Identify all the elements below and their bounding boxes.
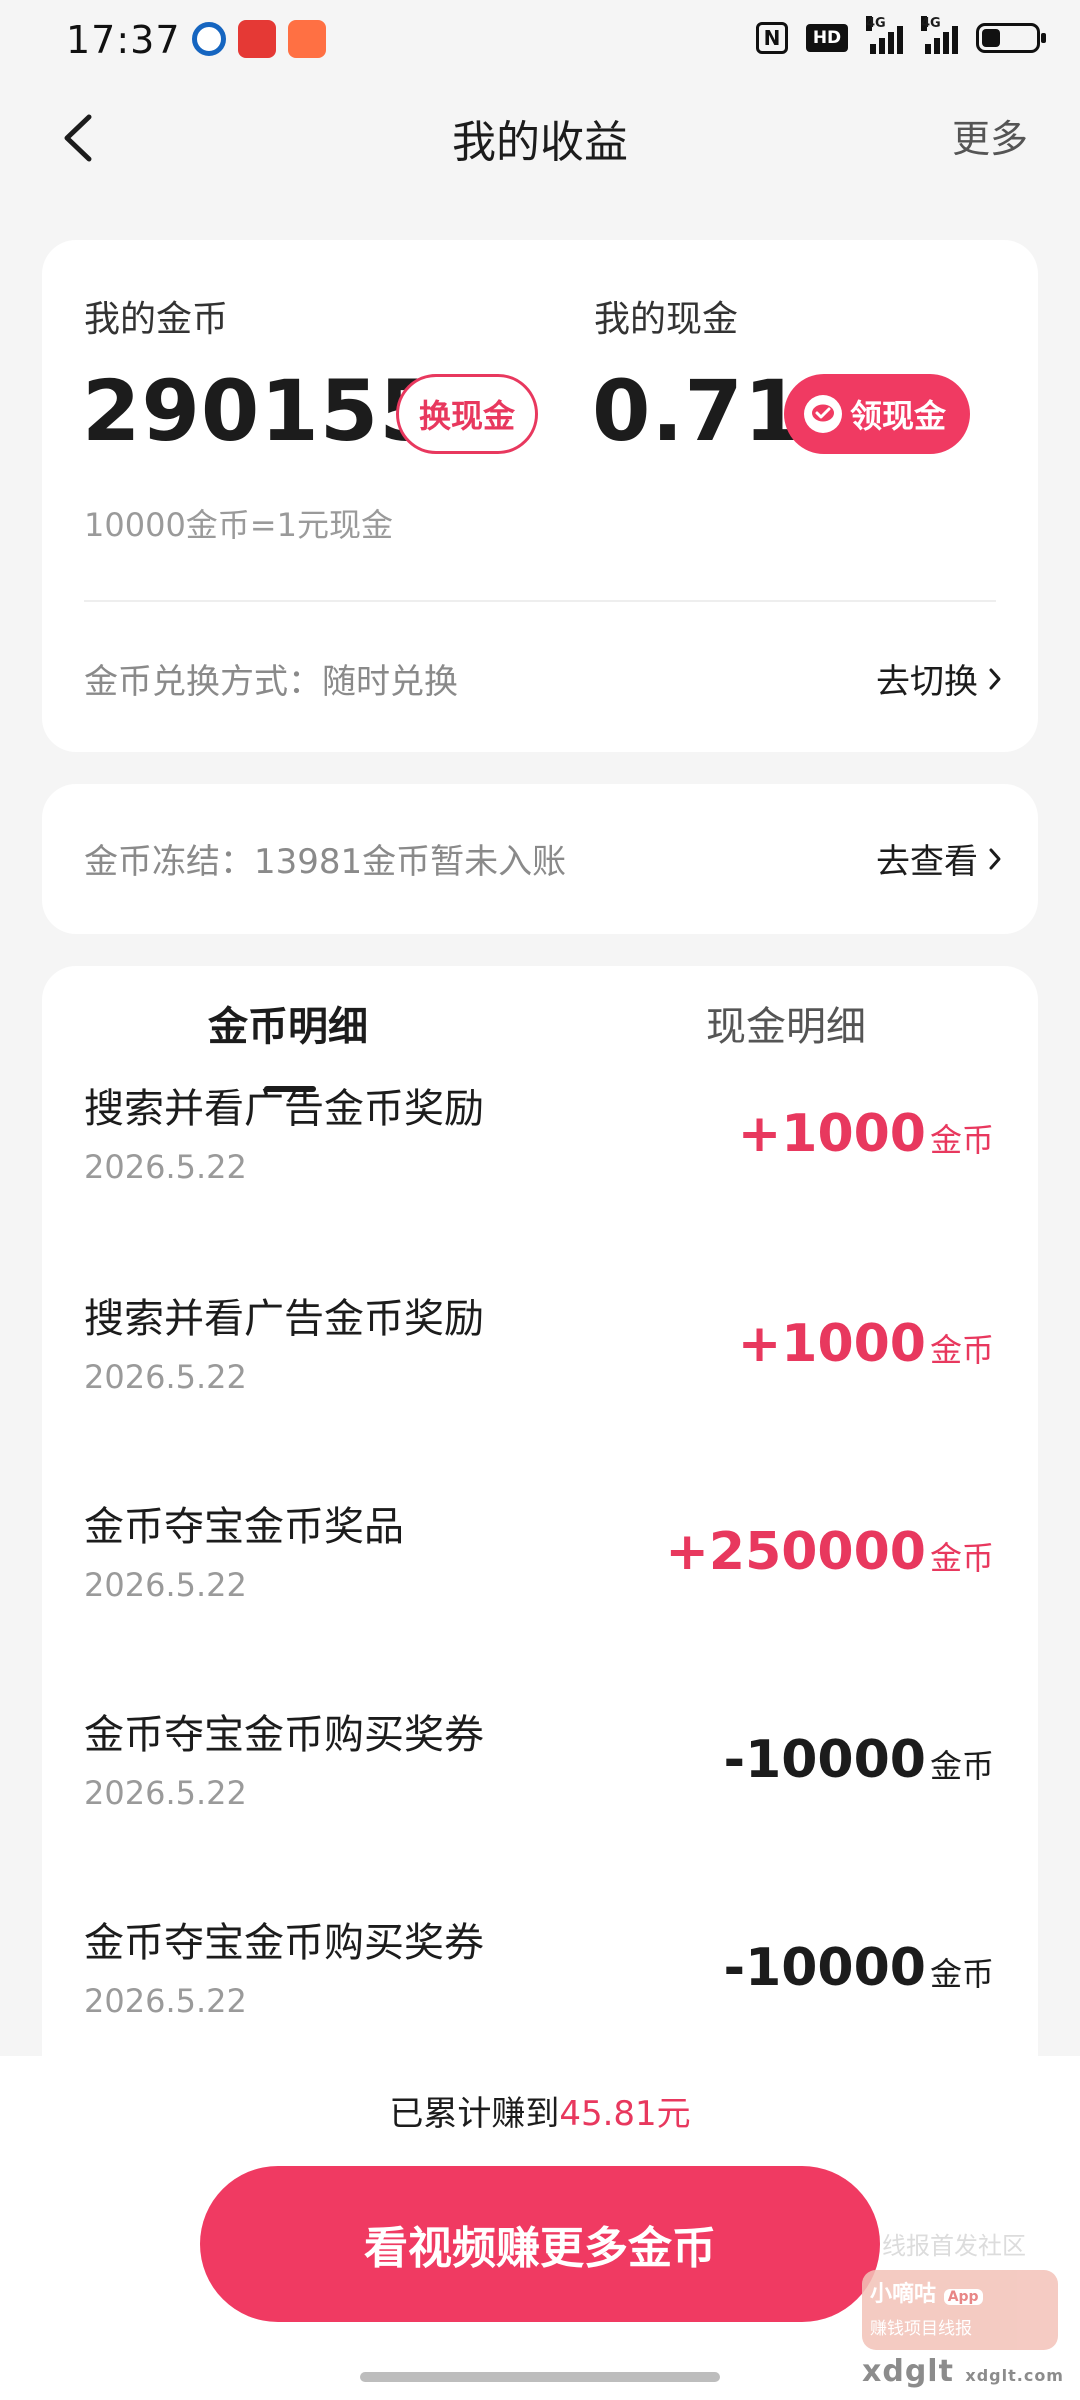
hd-icon: HD bbox=[806, 24, 848, 52]
total-earned-text: 已累计赚到45.81元 bbox=[0, 2086, 1080, 2135]
transaction-amount: -10000 金币 bbox=[723, 1730, 994, 1790]
coins-label: 我的金币 bbox=[84, 299, 229, 340]
transaction-date: 2026.5.22 bbox=[84, 1982, 247, 2020]
amount-value: -10000 bbox=[723, 1730, 926, 1790]
video-app-icon bbox=[288, 20, 326, 58]
watermark-text: 线报首发社区 bbox=[882, 2232, 1026, 2260]
exchange-rate-text: 10000金币=1元现金 bbox=[84, 506, 393, 544]
amount-unit: 金币 bbox=[929, 1539, 994, 1577]
status-app-icons bbox=[192, 20, 326, 58]
transaction-date: 2026.5.22 bbox=[84, 1148, 247, 1186]
transaction-amount: +1000 金币 bbox=[738, 1314, 994, 1374]
watermark-logo-badge: App bbox=[943, 2289, 983, 2305]
home-indicator bbox=[360, 2372, 720, 2382]
amount-value: +250000 bbox=[665, 1522, 926, 1582]
switch-method-link[interactable]: 去切换 bbox=[876, 654, 1002, 703]
amount-value: -10000 bbox=[723, 1938, 926, 1998]
nav-header: 我的收益 更多 bbox=[0, 90, 1080, 185]
status-bar: 17:37 N HD 4G 4G bbox=[0, 0, 1080, 80]
wechat-icon bbox=[804, 395, 842, 433]
amount-unit: 金币 bbox=[929, 1747, 994, 1785]
divider bbox=[84, 600, 996, 602]
watermark-domain-small: xdglt.com bbox=[965, 2366, 1064, 2385]
list-item: 金币夺宝金币购买奖券 2026.5.22 -10000 金币 bbox=[42, 1702, 1038, 1910]
transaction-title: 金币夺宝金币购买奖券 bbox=[84, 1920, 484, 1966]
transaction-title: 金币夺宝金币奖品 bbox=[84, 1504, 404, 1550]
view-frozen-link[interactable]: 去查看 bbox=[876, 834, 1002, 883]
list-item: 搜索并看广告金币奖励 2026.5.22 +1000 金币 bbox=[42, 1286, 1038, 1494]
earned-amount: 45.81元 bbox=[559, 2094, 691, 2134]
earned-prefix: 已累计赚到 bbox=[389, 2094, 560, 2134]
watermark-logo-sub: 赚钱项目线报 bbox=[870, 2319, 972, 2339]
tab-coin-details[interactable]: 金币明细 bbox=[208, 994, 368, 1052]
tab-cash-details[interactable]: 现金明细 bbox=[706, 994, 866, 1052]
transaction-title: 搜索并看广告金币奖励 bbox=[84, 1086, 484, 1132]
amount-unit: 金币 bbox=[929, 1955, 994, 1993]
details-tabs: 金币明细 现金明细 bbox=[42, 994, 1038, 1092]
exchange-cash-button[interactable]: 换现金 bbox=[396, 374, 539, 454]
network-type-label: 4G bbox=[921, 16, 941, 31]
watch-video-button[interactable]: 看视频赚更多金币 bbox=[200, 2166, 880, 2322]
list-item: 搜索并看广告金币奖励 2026.5.22 +1000 金币 bbox=[42, 1076, 1038, 1284]
chevron-right-icon bbox=[989, 668, 1001, 689]
transaction-date: 2026.5.22 bbox=[84, 1358, 247, 1396]
frozen-coins-text: 金币冻结：13981金币暂未入账 bbox=[84, 842, 567, 882]
chevron-right-icon bbox=[989, 848, 1001, 869]
network-type-label: 4G bbox=[866, 16, 886, 31]
cash-value: 0.71 bbox=[592, 362, 804, 460]
transaction-title: 金币夺宝金币购买奖券 bbox=[84, 1712, 484, 1758]
more-button[interactable]: 更多 bbox=[952, 108, 1028, 163]
cash-label: 我的现金 bbox=[594, 299, 739, 340]
switch-label: 去切换 bbox=[876, 662, 978, 702]
watermark-logo: 小嘀咕 App 赚钱项目线报 bbox=[862, 2270, 1058, 2350]
list-item: 金币夺宝金币奖品 2026.5.22 +250000 金币 bbox=[42, 1494, 1038, 1702]
transaction-amount: -10000 金币 bbox=[723, 1938, 994, 1998]
bank-app-icon bbox=[192, 22, 226, 56]
watermark-domain: xdglt xdglt.com bbox=[862, 2354, 1064, 2389]
balance-card: 我的金币 290155 换现金 我的现金 0.71 领现金 10000金币=1元… bbox=[42, 240, 1038, 752]
transaction-amount: +250000 金币 bbox=[665, 1522, 994, 1582]
earnings-screen: 17:37 N HD 4G 4G 我的收益 更多 我的金币 290155 换现金… bbox=[0, 0, 1080, 2400]
coins-value: 290155 bbox=[82, 362, 439, 460]
details-card: 金币明细 现金明细 搜索并看广告金币奖励 2026.5.22 +1000 金币 … bbox=[42, 966, 1038, 2066]
unionpay-app-icon bbox=[238, 20, 276, 58]
nfc-icon: N bbox=[756, 22, 788, 54]
page-title: 我的收益 bbox=[452, 117, 628, 168]
watermark-logo-title: 小嘀咕 bbox=[870, 2282, 937, 2307]
amount-unit: 金币 bbox=[929, 1331, 994, 1369]
exchange-method-text: 金币兑换方式：随时兑换 bbox=[84, 662, 458, 702]
amount-value: +1000 bbox=[737, 1104, 926, 1164]
transaction-amount: +1000 金币 bbox=[738, 1104, 994, 1164]
transaction-date: 2026.5.22 bbox=[84, 1774, 247, 1812]
list-item: 金币夺宝金币购买奖券 2026.5.22 -10000 金币 bbox=[42, 1910, 1038, 2066]
signal-4g-icon: 4G bbox=[921, 16, 958, 54]
watermark-domain-main: xdglt bbox=[862, 2354, 954, 2389]
signal-4g-icon: 4G bbox=[866, 16, 903, 54]
status-time: 17:37 bbox=[66, 18, 181, 62]
view-label: 去查看 bbox=[876, 842, 978, 882]
amount-unit: 金币 bbox=[929, 1121, 994, 1159]
transaction-date: 2026.5.22 bbox=[84, 1566, 247, 1604]
transaction-title: 搜索并看广告金币奖励 bbox=[84, 1296, 484, 1342]
status-indicators: N HD 4G 4G bbox=[756, 16, 1046, 54]
withdraw-label: 领现金 bbox=[850, 397, 947, 435]
frozen-coins-card: 金币冻结：13981金币暂未入账 去查看 bbox=[42, 784, 1038, 934]
amount-value: +1000 bbox=[737, 1314, 926, 1374]
withdraw-cash-button[interactable]: 领现金 bbox=[784, 374, 971, 454]
battery-icon bbox=[976, 23, 1046, 53]
